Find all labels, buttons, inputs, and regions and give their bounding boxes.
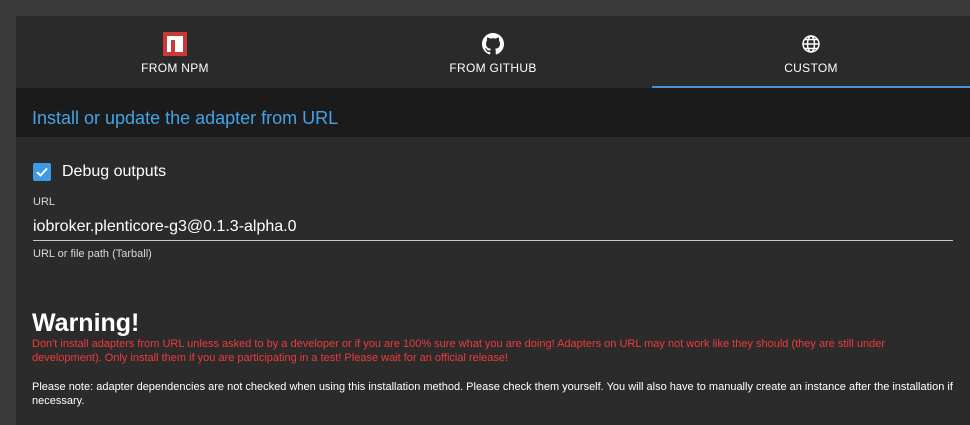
- debug-outputs-checkbox[interactable]: [33, 163, 51, 181]
- warning-title: Warning!: [32, 309, 140, 337]
- install-dialog: FROM NPM FROM GITHUB CUSTOM Install or u…: [16, 16, 970, 425]
- debug-outputs-label: Debug outputs: [62, 163, 167, 180]
- debug-outputs-row[interactable]: Debug outputs: [33, 163, 166, 181]
- note-text: Please note: adapter dependencies are no…: [32, 381, 953, 407]
- section-header: Install or update the adapter from URL: [16, 90, 970, 137]
- github-icon: [482, 32, 504, 56]
- tab-label: FROM GITHUB: [449, 61, 537, 75]
- section-title: Install or update the adapter from URL: [32, 108, 339, 128]
- warning-text: Don't install adapters from URL unless a…: [32, 338, 886, 364]
- url-helper-text: URL or file path (Tarball): [33, 248, 152, 260]
- url-label: URL: [33, 196, 56, 208]
- tab-from-npm[interactable]: FROM NPM: [16, 16, 334, 88]
- checkmark-icon: [36, 167, 48, 177]
- tab-custom[interactable]: CUSTOM: [652, 16, 970, 88]
- url-input[interactable]: [33, 214, 953, 241]
- globe-icon: [801, 32, 821, 56]
- tab-label: CUSTOM: [784, 61, 838, 75]
- npm-icon: [163, 32, 187, 56]
- tab-from-github[interactable]: FROM GITHUB: [334, 16, 652, 88]
- tab-label: FROM NPM: [141, 61, 209, 75]
- tab-bar: FROM NPM FROM GITHUB CUSTOM: [16, 16, 970, 88]
